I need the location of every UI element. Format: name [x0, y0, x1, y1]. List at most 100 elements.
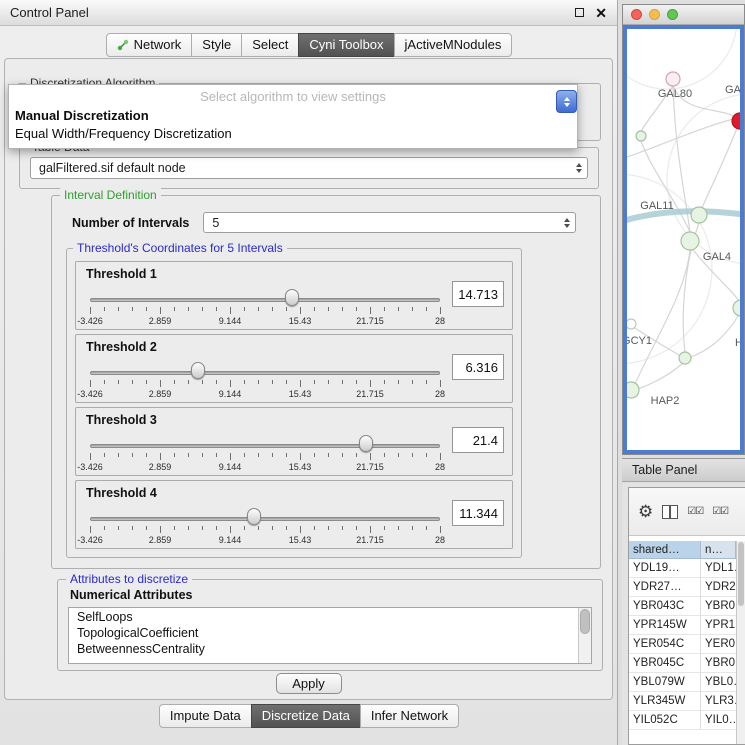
- slider-track[interactable]: [90, 298, 440, 302]
- threshold-1-value-field[interactable]: 14.713: [452, 281, 504, 307]
- threshold-4-value-field[interactable]: 11.344: [452, 500, 504, 526]
- network-canvas[interactable]: GAL80GAGAL11GAL4GCY1HAP2H: [623, 25, 744, 454]
- network-node[interactable]: [627, 382, 639, 398]
- minimize-traffic-light[interactable]: [649, 9, 660, 20]
- table-cell[interactable]: YBR0…: [701, 597, 736, 615]
- slider-track[interactable]: [90, 371, 440, 375]
- network-node[interactable]: [732, 113, 742, 129]
- network-node[interactable]: [627, 319, 636, 329]
- tick-mark: [174, 526, 175, 530]
- tab-discretize-data[interactable]: Discretize Data: [251, 704, 361, 728]
- list-item[interactable]: TopologicalCoefficient: [69, 625, 578, 641]
- tick-mark: [174, 453, 175, 457]
- close-traffic-light[interactable]: [631, 9, 642, 20]
- apply-button[interactable]: Apply: [276, 673, 342, 694]
- select-checkboxes-icon[interactable]: ☑☑: [687, 506, 703, 517]
- list-scrollbar[interactable]: [578, 608, 591, 663]
- threshold-4-slider[interactable]: -3.4262.8599.14415.4321.71528: [90, 505, 440, 547]
- column-header[interactable]: n…: [701, 541, 736, 559]
- close-icon[interactable]: ✕: [595, 6, 607, 20]
- table-cell[interactable]: YER054C: [629, 635, 701, 653]
- table-cell[interactable]: YPR1…: [701, 616, 736, 634]
- table-cell[interactable]: YDR27…: [629, 578, 701, 596]
- table-row[interactable]: YLR345WYLR3…: [629, 692, 736, 711]
- tick-label: 15.43: [289, 316, 312, 326]
- slider-thumb[interactable]: [359, 435, 373, 452]
- table-data-combobox[interactable]: galFiltered.sif default node: [30, 157, 588, 179]
- table-cell[interactable]: YLR345W: [629, 692, 701, 710]
- table-scrollbar[interactable]: [736, 541, 745, 744]
- gear-icon[interactable]: ⚙: [638, 503, 653, 520]
- table-cell[interactable]: YDR2…: [701, 578, 736, 596]
- table-row[interactable]: YBR043CYBR0…: [629, 597, 736, 616]
- table-cell[interactable]: YDL1…: [701, 559, 736, 577]
- network-node[interactable]: [666, 72, 680, 86]
- slider-track[interactable]: [90, 517, 440, 521]
- float-window-icon[interactable]: [575, 8, 584, 17]
- tab-infer-network[interactable]: Infer Network: [360, 704, 459, 728]
- threshold-3-value-field[interactable]: 21.4: [452, 427, 504, 453]
- tick-mark: [314, 526, 315, 530]
- algorithm-combobox-stepper[interactable]: [556, 90, 577, 113]
- tab-style[interactable]: Style: [191, 33, 242, 57]
- slider-thumb[interactable]: [247, 508, 261, 525]
- slider-thumb[interactable]: [191, 362, 205, 379]
- tick-mark: [216, 307, 217, 311]
- tab-cyni-toolbox[interactable]: Cyni Toolbox: [298, 33, 394, 57]
- tab-network[interactable]: Network: [106, 33, 193, 57]
- list-item[interactable]: BetweennessCentrality: [69, 641, 578, 657]
- tab-select[interactable]: Select: [241, 33, 299, 57]
- scrollbar-thumb[interactable]: [738, 542, 744, 606]
- slider-track[interactable]: [90, 444, 440, 448]
- threshold-2-slider[interactable]: -3.4262.8599.14415.4321.71528: [90, 359, 440, 401]
- network-node[interactable]: [691, 207, 707, 223]
- scrollbar-thumb[interactable]: [580, 609, 590, 634]
- network-node[interactable]: [636, 131, 646, 141]
- table-cell[interactable]: YLR3…: [701, 692, 736, 710]
- tab-jactivemnodules[interactable]: jActiveMNodules: [394, 33, 513, 57]
- table-row[interactable]: YBR045CYBR0…: [629, 654, 736, 673]
- column-header[interactable]: shared…: [629, 541, 701, 559]
- tick-mark: [160, 526, 161, 533]
- tab-impute-data[interactable]: Impute Data: [159, 704, 252, 728]
- network-node[interactable]: [681, 232, 699, 250]
- table-cell[interactable]: YIL052C: [629, 711, 701, 729]
- table-row[interactable]: YIL052CYIL0…: [629, 711, 736, 730]
- deselect-checkboxes-icon[interactable]: ☑☑: [712, 506, 728, 517]
- table-row[interactable]: YER054CYER0…: [629, 635, 736, 654]
- table-cell[interactable]: YER0…: [701, 635, 736, 653]
- node-table-body: YDL19…YDL1…YDR27…YDR2…YBR043CYBR0…YPR145…: [629, 559, 736, 730]
- table-cell[interactable]: YDL19…: [629, 559, 701, 577]
- up-arrow-icon: [564, 97, 570, 101]
- table-row[interactable]: YBL079WYBL0…: [629, 673, 736, 692]
- algorithm-option-manual[interactable]: Manual Discretization: [9, 107, 577, 125]
- threshold-2-value-field[interactable]: 6.316: [452, 354, 504, 380]
- tick-mark: [104, 526, 105, 530]
- numerical-attributes-list[interactable]: SelfLoopsTopologicalCoefficientBetweenne…: [68, 607, 592, 664]
- table-row[interactable]: YPR145WYPR1…: [629, 616, 736, 635]
- slider-thumb[interactable]: [285, 289, 299, 306]
- table-cell[interactable]: YBL079W: [629, 673, 701, 691]
- tick-mark: [188, 526, 189, 530]
- number-of-intervals-combobox[interactable]: 5: [203, 212, 576, 233]
- threshold-3-slider[interactable]: -3.4262.8599.14415.4321.71528: [90, 432, 440, 474]
- table-cell[interactable]: YBR045C: [629, 654, 701, 672]
- zoom-traffic-light[interactable]: [667, 9, 678, 20]
- table-cell[interactable]: YIL0…: [701, 711, 736, 729]
- network-node[interactable]: [733, 300, 742, 316]
- tick-mark: [440, 307, 441, 314]
- table-row[interactable]: YDL19…YDL1…: [629, 559, 736, 578]
- tick-label: 2.859: [149, 462, 172, 472]
- list-item[interactable]: SelfLoops: [69, 609, 578, 625]
- threshold-1-slider[interactable]: -3.4262.8599.14415.4321.71528: [90, 286, 440, 328]
- network-window-titlebar: [623, 5, 744, 25]
- network-node[interactable]: [679, 352, 691, 364]
- table-cell[interactable]: YPR145W: [629, 616, 701, 634]
- algorithm-option-equal-width[interactable]: Equal Width/Frequency Discretization: [9, 125, 577, 143]
- column-selector-icon[interactable]: [662, 505, 678, 519]
- threshold-1-box: Threshold 1 -3.4262.8599.14415.4321.7152…: [75, 261, 513, 330]
- table-cell[interactable]: YBL0…: [701, 673, 736, 691]
- table-cell[interactable]: YBR043C: [629, 597, 701, 615]
- table-row[interactable]: YDR27…YDR2…: [629, 578, 736, 597]
- table-cell[interactable]: YBR0…: [701, 654, 736, 672]
